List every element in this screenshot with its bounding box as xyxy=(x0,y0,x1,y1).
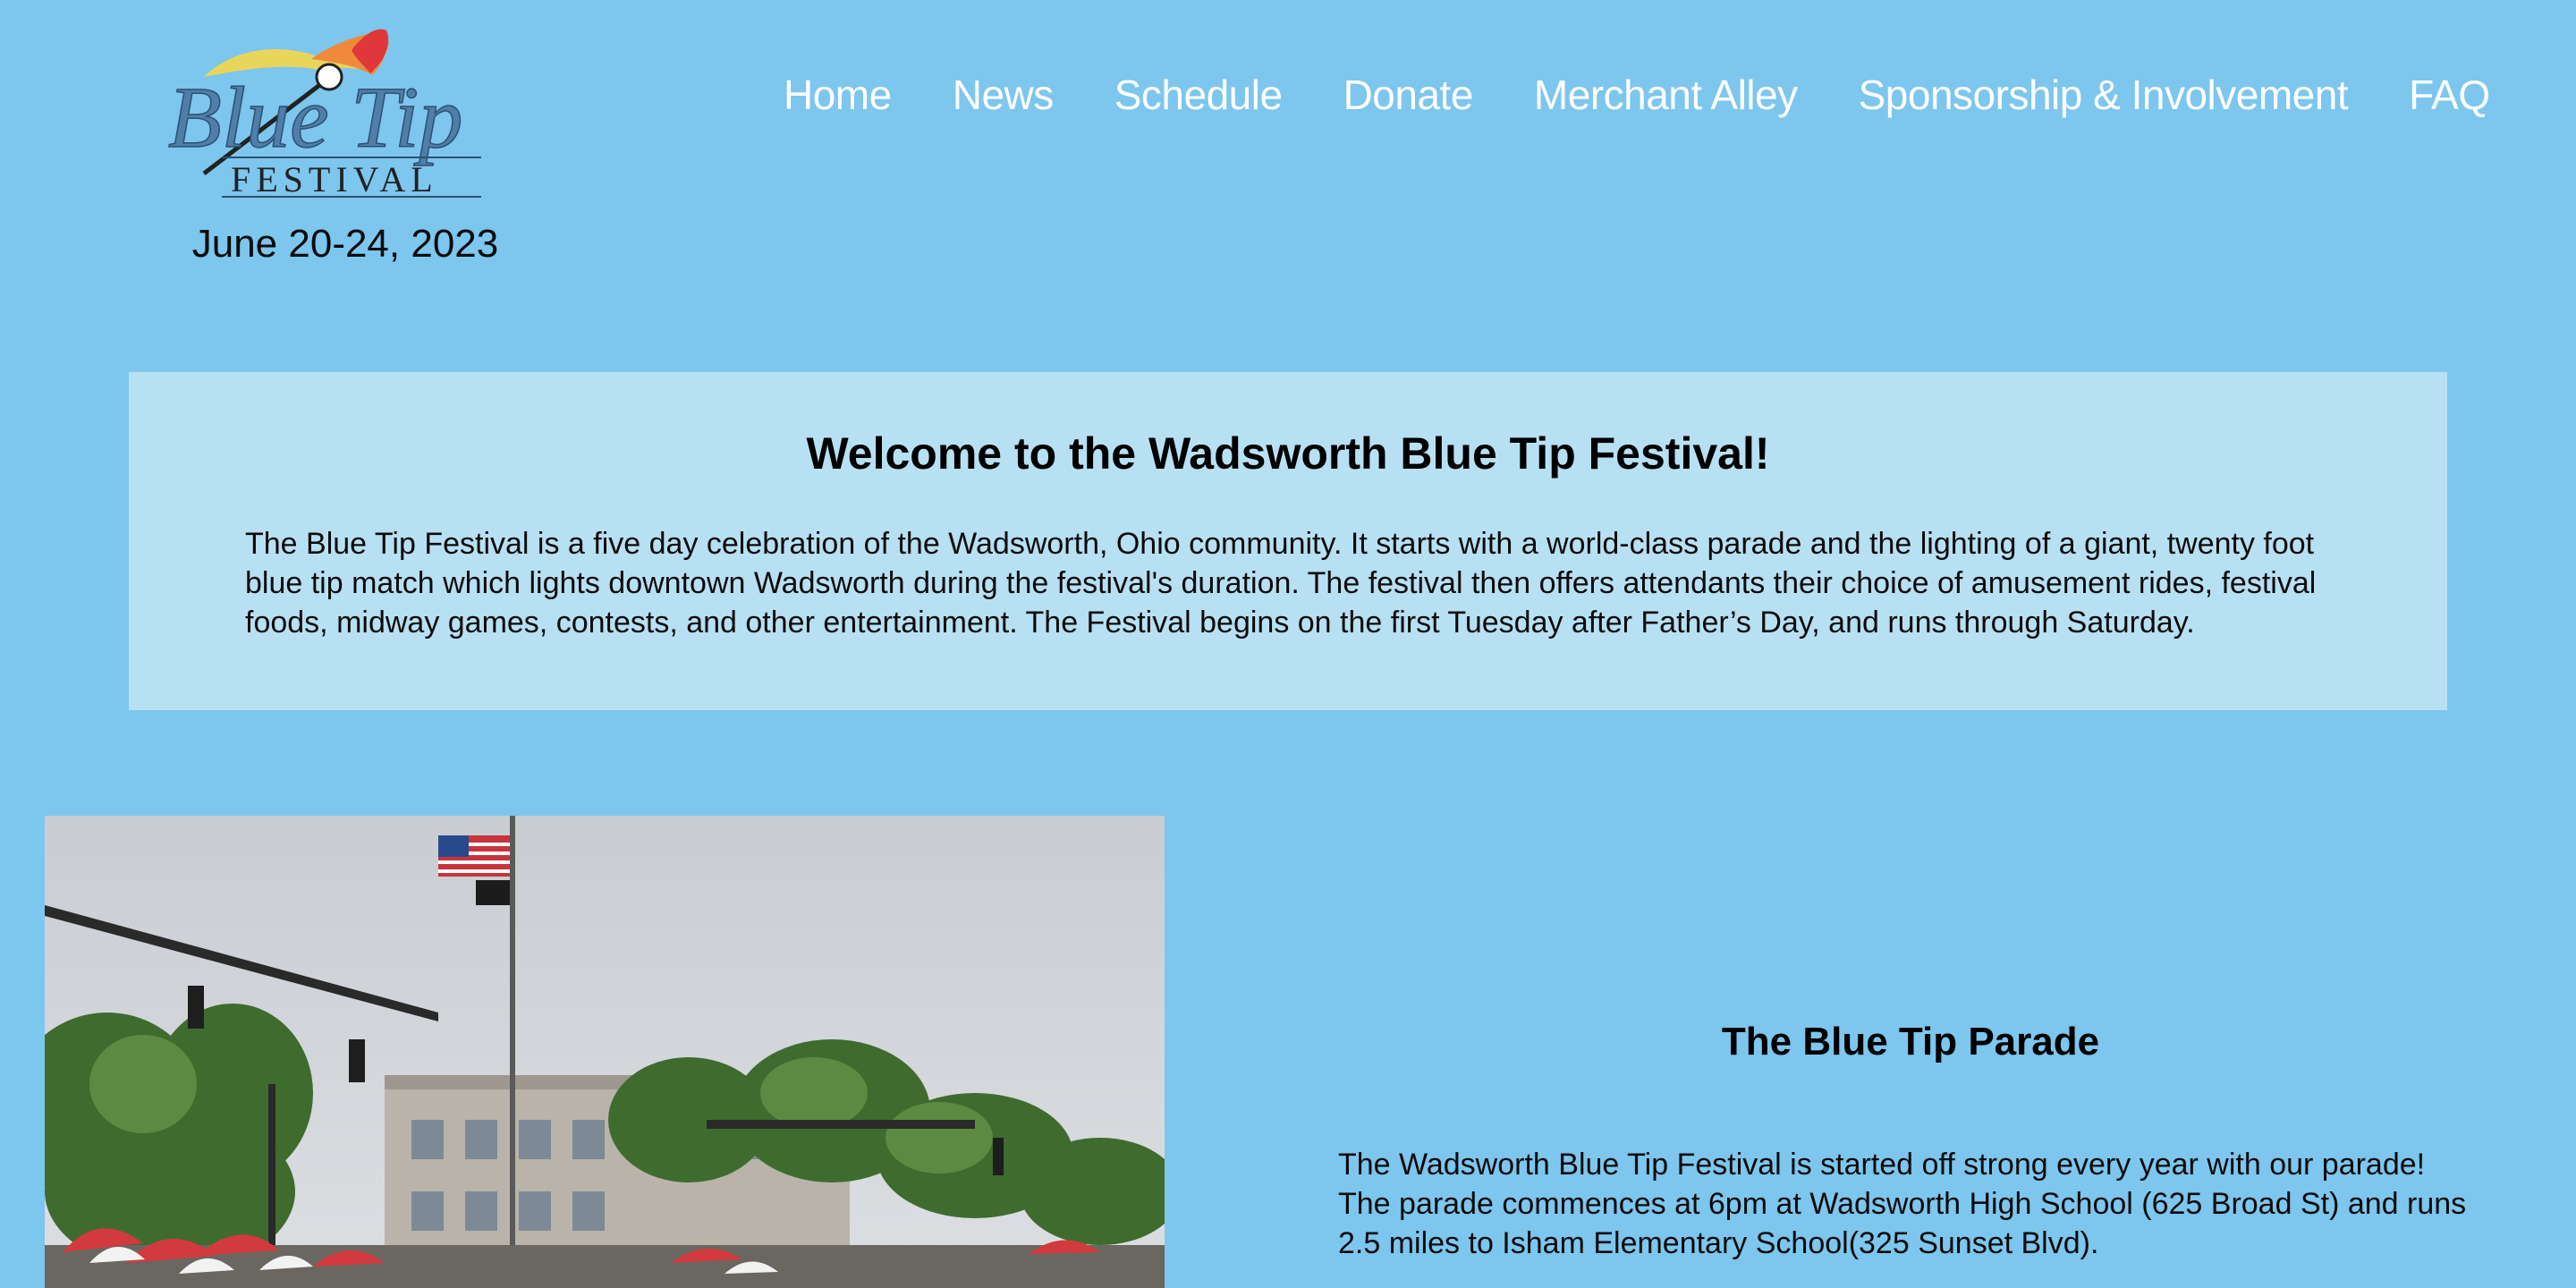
nav-link-donate[interactable]: Donate xyxy=(1343,71,1474,119)
festival-dates: June 20-24, 2023 xyxy=(191,222,499,266)
nav-link-faq[interactable]: FAQ xyxy=(2409,71,2490,119)
welcome-heading: Welcome to the Wadsworth Blue Tip Festiv… xyxy=(806,428,1770,479)
main-nav: Home News Schedule Donate Merchant Alley… xyxy=(784,68,2490,122)
welcome-section: Welcome to the Wadsworth Blue Tip Festiv… xyxy=(129,372,2447,710)
logo-wordmark: Blue Tip xyxy=(168,70,462,166)
parade-photo-image xyxy=(45,816,1165,1288)
blue-tip-festival-logo[interactable]: Blue Tip FESTIVAL xyxy=(168,23,499,202)
nav-link-merchant-alley[interactable]: Merchant Alley xyxy=(1534,71,1798,119)
logo-subtitle: FESTIVAL xyxy=(231,159,438,199)
parade-heading: The Blue Tip Parade xyxy=(1721,1020,2100,1063)
site-header: Blue Tip FESTIVAL June 20-24, 2023 Home … xyxy=(0,0,2576,304)
nav-link-sponsorship[interactable]: Sponsorship & Involvement xyxy=(1859,71,2349,119)
logo-graphic: Blue Tip FESTIVAL xyxy=(168,29,481,199)
nav-link-news[interactable]: News xyxy=(953,71,1055,119)
nav-link-schedule[interactable]: Schedule xyxy=(1114,71,1283,119)
parade-paragraph: The Wadsworth Blue Tip Festival is start… xyxy=(1338,1148,2467,1260)
welcome-paragraph: The Blue Tip Festival is a five day cele… xyxy=(245,527,2317,640)
nav-link-home[interactable]: Home xyxy=(784,71,892,119)
parade-photo xyxy=(45,816,1165,1288)
